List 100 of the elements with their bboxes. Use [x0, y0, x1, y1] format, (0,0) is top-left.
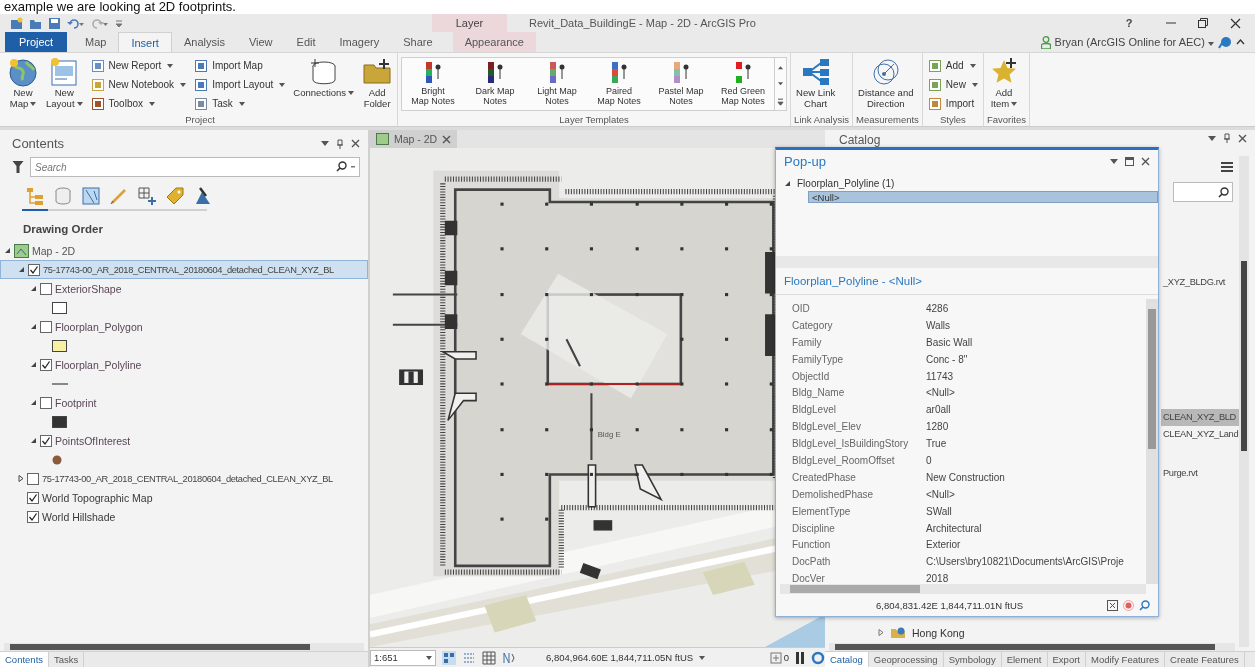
- expanded-arrow-icon[interactable]: [29, 361, 37, 368]
- gallery-item[interactable]: Dark Map Notes: [464, 58, 527, 110]
- restore-icon[interactable]: [1198, 18, 1208, 28]
- pane-tab[interactable]: Element: [1001, 652, 1048, 667]
- expanded-arrow-icon[interactable]: [3, 247, 11, 254]
- layer-row[interactable]: ExteriorShape: [0, 279, 368, 298]
- ribbon-button[interactable]: New Link Chart: [794, 55, 838, 111]
- gallery-item[interactable]: Bright Map Notes: [402, 58, 465, 110]
- catalog-item[interactable]: Purge.rvt: [1161, 465, 1239, 482]
- catalog-item[interactable]: CLEAN_XYZ_BLD: [1161, 409, 1239, 426]
- layer-checkbox[interactable]: [40, 396, 52, 409]
- ribbon-button[interactable]: New Map: [6, 55, 40, 111]
- pane-menu-icon[interactable]: [1110, 159, 1118, 164]
- map-sheet-icon[interactable]: [82, 187, 100, 205]
- new-project-icon[interactable]: [10, 16, 23, 30]
- horizontal-scrollbar[interactable]: [829, 643, 1235, 651]
- paint-tools-icon[interactable]: [194, 187, 212, 205]
- pane-tab[interactable]: Contents: [0, 652, 50, 667]
- grid-icon[interactable]: [482, 650, 496, 665]
- expanded-arrow-icon[interactable]: [17, 266, 25, 273]
- ribbon-button[interactable]: Add Item: [986, 55, 1021, 111]
- pause-icon[interactable]: [795, 651, 805, 664]
- undo-icon[interactable]: [67, 16, 85, 30]
- layer-checkbox[interactable]: [40, 320, 52, 333]
- help-button[interactable]: ?: [1114, 14, 1144, 32]
- ribbon-button[interactable]: New Layout: [44, 55, 85, 111]
- pin-icon[interactable]: [336, 138, 344, 149]
- layer-checkbox[interactable]: [27, 491, 39, 504]
- gallery-item[interactable]: Pastel Map Notes: [650, 58, 713, 110]
- ribbon-button[interactable]: New Report: [88, 57, 189, 74]
- vertical-scrollbar[interactable]: [1146, 299, 1158, 584]
- save-icon[interactable]: [48, 16, 61, 30]
- pane-menu-icon[interactable]: [1208, 135, 1216, 141]
- layer-checkbox[interactable]: [40, 358, 52, 371]
- ribbon-tab[interactable]: Imagery: [327, 32, 392, 52]
- catalog-item[interactable]: _XYZ_BLDG.rvt: [1161, 274, 1239, 291]
- search-field[interactable]: [1173, 182, 1233, 202]
- close-icon[interactable]: [1238, 133, 1247, 143]
- layer-checkbox[interactable]: [40, 282, 52, 295]
- close-icon[interactable]: [1141, 157, 1150, 166]
- search-field[interactable]: Search: [30, 157, 360, 177]
- expanded-arrow-icon[interactable]: [29, 399, 37, 406]
- pane-tab[interactable]: Tasks: [49, 652, 85, 667]
- ribbon-button[interactable]: Add Folder: [360, 55, 395, 111]
- ribbon-tab[interactable]: Insert: [118, 32, 172, 52]
- ribbon-button[interactable]: Connections: [291, 55, 357, 100]
- collapse-ribbon-icon[interactable]: [1236, 39, 1245, 45]
- layer-row[interactable]: Map - 2D: [0, 241, 368, 260]
- ribbon-tab[interactable]: Share: [391, 32, 445, 52]
- scale-field[interactable]: 1:651: [370, 649, 436, 666]
- gallery-item[interactable]: Paired Map Notes: [588, 58, 651, 110]
- close-icon[interactable]: [351, 139, 360, 148]
- feature-item[interactable]: <Null>: [808, 191, 1158, 203]
- layer-checkbox[interactable]: [40, 434, 52, 447]
- layer-checkbox[interactable]: [27, 510, 39, 523]
- filter-icon[interactable]: [12, 160, 24, 174]
- expanded-arrow-icon[interactable]: [29, 323, 37, 330]
- menu-icon[interactable]: [1221, 162, 1233, 172]
- catalog-item[interactable]: CLEAN_XYZ_Land: [1161, 426, 1239, 443]
- pane-tab[interactable]: Geoprocessing: [868, 652, 944, 667]
- ribbon-tab[interactable]: Analysis: [171, 32, 237, 52]
- pane-tab[interactable]: Catalog: [825, 652, 869, 667]
- layer-row[interactable]: 75-17743-00_AR_2018_CENTRAL_20180604_detached_CLEAN_XYZ_BL: [0, 260, 368, 279]
- ribbon-button[interactable]: Import: [925, 95, 980, 112]
- pane-tab[interactable]: Export: [1047, 652, 1086, 667]
- notification-icon[interactable]: [1218, 35, 1232, 49]
- close-icon[interactable]: [1230, 17, 1241, 29]
- user-account-menu[interactable]: Bryan (ArcGIS Online for AEC): [1054, 36, 1214, 48]
- gallery-item[interactable]: Light Map Notes: [526, 58, 589, 110]
- layer-row[interactable]: Floorplan_Polyline: [0, 355, 368, 374]
- maximize-icon[interactable]: [1125, 157, 1134, 166]
- pane-tab[interactable]: Modify Features: [1086, 652, 1166, 667]
- ribbon-button[interactable]: Toolbox: [88, 95, 189, 112]
- layer-row[interactable]: 75-17743-00_AR_2018_CENTRAL_20180604_detached_CLEAN_XYZ_BL: [0, 469, 368, 488]
- gallery-item[interactable]: Red Green Map Notes: [712, 58, 775, 110]
- ribbon-button[interactable]: Add: [925, 57, 980, 74]
- ribbon-tab[interactable]: Project: [5, 32, 67, 52]
- layer-row[interactable]: World Hillshade: [0, 507, 368, 526]
- flash-icon[interactable]: [1123, 599, 1134, 611]
- layer-row[interactable]: PointsOfInterest: [0, 431, 368, 450]
- zoom-to-icon[interactable]: [1107, 599, 1118, 611]
- folder-name[interactable]: Hong Kong: [912, 626, 965, 639]
- ribbon-button[interactable]: Task: [192, 95, 288, 112]
- collapsed-arrow-icon[interactable]: [16, 475, 24, 482]
- north-arrow-icon[interactable]: [502, 650, 516, 665]
- ribbon-tab[interactable]: Edit: [284, 32, 328, 52]
- layer-row[interactable]: Footprint: [0, 393, 368, 412]
- map-view-tab[interactable]: Map - 2D: [370, 130, 458, 148]
- search-icon[interactable]: [336, 161, 347, 172]
- vertical-scrollbar[interactable]: [1239, 156, 1249, 647]
- layer-checkbox[interactable]: [27, 472, 39, 485]
- layer-row[interactable]: World Topographic Map: [0, 488, 368, 507]
- ribbon-tab[interactable]: View: [236, 32, 285, 52]
- tag-icon[interactable]: [166, 187, 184, 205]
- close-icon[interactable]: [442, 134, 452, 144]
- layer-row[interactable]: Floorplan_Polygon: [0, 317, 368, 336]
- layer-checkbox[interactable]: [28, 263, 40, 276]
- ribbon-button[interactable]: Import Layout: [192, 76, 288, 93]
- pane-tab[interactable]: Symbology: [943, 652, 1002, 667]
- ribbon-button[interactable]: Import Map: [192, 57, 288, 74]
